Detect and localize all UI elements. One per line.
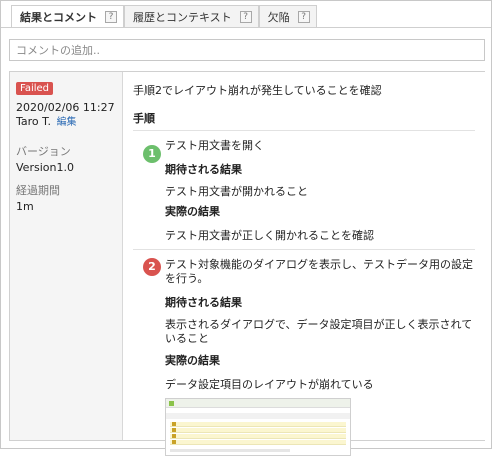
screenshot-titlebar (166, 399, 350, 408)
tab-results-comments[interactable]: 結果とコメント ? (11, 5, 124, 28)
tab-label: 欠陥 (267, 10, 290, 24)
app-icon (169, 401, 174, 406)
expected-label: 期待される結果 (165, 296, 242, 309)
step-content: テスト対象機能のダイアログを表示し、テストデータ用の設定を行う。 (165, 258, 473, 285)
version-label: バージョン (16, 145, 71, 158)
actual-text: データ設定項目のレイアウトが崩れている (165, 378, 374, 391)
row-icon (172, 422, 176, 426)
step-content: テスト用文書を開く (165, 139, 264, 152)
row-icon (172, 440, 176, 444)
help-icon[interactable]: ? (297, 10, 310, 23)
test-result-panel: 結果とコメント ? 履歴とコンテキスト ? 欠陥 ? Failed 2020/0… (0, 0, 492, 456)
elapsed-value: 1m (16, 200, 34, 213)
result-card: Failed 2020/02/06 11:27 Taro T. 編集 バージョン… (9, 71, 485, 456)
edit-link[interactable]: 編集 (57, 117, 77, 128)
screenshot-row (170, 428, 346, 433)
result-user: Taro T. (16, 115, 52, 128)
elapsed-label: 経過期間 (16, 184, 60, 197)
tab-label: 結果とコメント (20, 11, 97, 24)
help-icon[interactable]: ? (239, 10, 252, 23)
screenshot-attachment[interactable] (165, 398, 351, 456)
tab-bar: 結果とコメント ? 履歴とコンテキスト ? 欠陥 ? (11, 5, 317, 28)
result-detail: 手順2でレイアウト崩れが発生していることを確認 手順 1 テスト用文書を開く 期… (122, 72, 485, 456)
tab-label: 履歴とコンテキスト (133, 10, 232, 24)
result-summary: 手順2でレイアウト崩れが発生していることを確認 (133, 84, 382, 97)
result-meta: Failed 2020/02/06 11:27 Taro T. 編集 バージョン… (10, 72, 121, 440)
tab-defects[interactable]: 欠陥 ? (258, 5, 317, 27)
expected-text: テスト用文書が開かれること (165, 185, 308, 198)
tab-history-context[interactable]: 履歴とコンテキスト ? (124, 5, 259, 27)
step-item: 2 テスト対象機能のダイアログを表示し、テストデータ用の設定を行う。 期待される… (133, 250, 475, 456)
screenshot-row (170, 422, 346, 427)
screenshot-footer (170, 449, 290, 452)
version-value: Version1.0 (16, 161, 74, 174)
step-item: 1 テスト用文書を開く 期待される結果 テスト用文書が開かれること 実際の結果 … (133, 139, 475, 250)
screenshot-header (166, 413, 350, 419)
screenshot-row (170, 434, 346, 439)
expected-text: 表示されるダイアログで、データ設定項目が正しく表示されていること (165, 318, 473, 345)
comment-input[interactable] (9, 39, 485, 61)
expected-label: 期待される結果 (165, 163, 242, 176)
actual-text: テスト用文書が正しく開かれることを確認 (165, 229, 374, 242)
actual-label: 実際の結果 (165, 354, 220, 367)
result-user-line: Taro T. 編集 (16, 115, 115, 129)
steps-heading: 手順 (133, 110, 475, 131)
status-badge: Failed (16, 82, 54, 95)
row-icon (172, 434, 176, 438)
actual-label: 実際の結果 (165, 205, 220, 218)
help-icon[interactable]: ? (105, 11, 117, 23)
tab-divider (1, 27, 491, 28)
row-icon (172, 428, 176, 432)
step-number-badge: 1 (143, 145, 161, 163)
result-datetime: 2020/02/06 11:27 (16, 101, 115, 114)
step-number-badge: 2 (143, 258, 161, 276)
screenshot-row (170, 440, 346, 445)
